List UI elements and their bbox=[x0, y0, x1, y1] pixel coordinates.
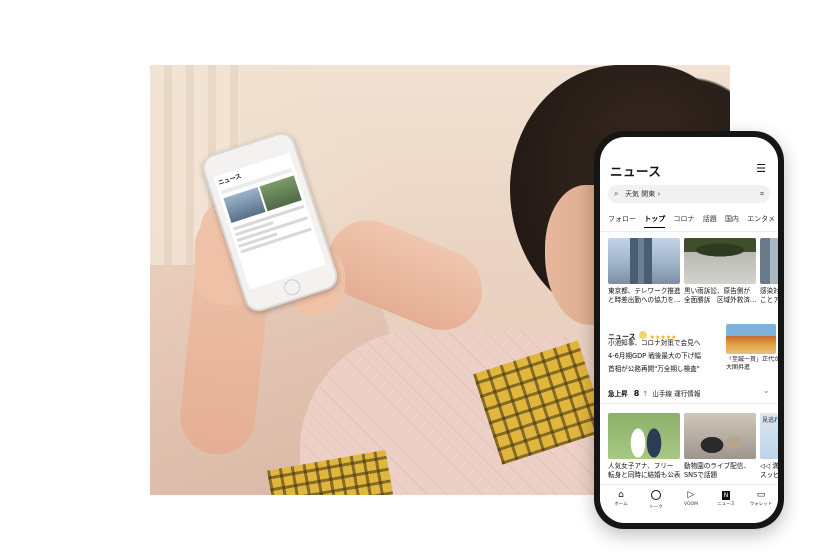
search-input[interactable]: 天気 関東 › bbox=[625, 185, 660, 203]
news-card[interactable]: 動物園のライブ配信、 SNSで話題 bbox=[684, 413, 756, 480]
news-headline-line2: 転身と同時に結婚も公表 bbox=[608, 471, 680, 479]
tab-topics[interactable]: 話題 bbox=[703, 214, 717, 224]
home-icon: ⌂ bbox=[618, 490, 624, 500]
tab-follow[interactable]: フォロー bbox=[608, 214, 636, 224]
trending-bar[interactable]: 急上昇 8 ↑ 山手線 運行情報 ⌄ bbox=[608, 386, 770, 400]
news-card[interactable]: 感染対 ことア bbox=[760, 238, 778, 305]
tab-corona[interactable]: コロナ bbox=[673, 214, 694, 224]
list-item[interactable]: 小池知事、コロナ対策で会見へ bbox=[608, 337, 726, 350]
thumbnail-overlay-text: 見逃れ bbox=[762, 417, 778, 424]
phone-mockup: ニュース ☰ ⌕ 天気 関東 › ⌗ フォロー トップ コロナ 話題 国内 エン… bbox=[594, 131, 784, 529]
divider bbox=[600, 403, 778, 404]
page-title: ニュース bbox=[610, 164, 662, 179]
tab-entertainment[interactable]: エンタメ bbox=[747, 214, 775, 224]
news-card[interactable]: 人気女子アナ、フリー 転身と同時に結婚も公表 bbox=[608, 413, 680, 480]
side-story-caption-line1: 「至誠一貫」正代が bbox=[726, 356, 778, 363]
news-icon: N bbox=[722, 491, 730, 500]
news-headline-line1: 黒い雨訴訟、原告側が bbox=[684, 287, 750, 295]
tab-domestic[interactable]: 国内 bbox=[725, 214, 739, 224]
trend-up-icon: ↑ bbox=[642, 390, 649, 398]
app-header: ニュース ☰ bbox=[610, 161, 768, 179]
tab-news[interactable]: N ニュース bbox=[709, 490, 743, 508]
news-thumbnail bbox=[608, 413, 680, 459]
search-bar[interactable]: ⌕ 天気 関東 › ⌗ bbox=[608, 185, 770, 203]
trending-label: 急上昇 bbox=[608, 390, 628, 398]
news-headline-line2: 全面勝訴 区域外救済… bbox=[684, 296, 756, 304]
news-card[interactable]: 黒い雨訴訟、原告側が 全面勝訴 区域外救済… bbox=[684, 238, 756, 305]
news-headline-line1: 感染対 bbox=[760, 287, 778, 295]
category-tabs: フォロー トップ コロナ 話題 国内 エンタメ スポ bbox=[608, 214, 778, 228]
qr-scan-icon[interactable]: ⌗ bbox=[760, 185, 764, 203]
side-story[interactable]: 「至誠一貫」正代が 大関昇進 bbox=[726, 324, 778, 372]
featured-carousel: 人気女子アナ、フリー 転身と同時に結婚も公表 動物園のライブ配信、 SNSで話題… bbox=[608, 413, 778, 483]
top-news-carousel: 東京都、テレワーク推進 と時差出勤への協力を… 黒い雨訴訟、原告側が 全面勝訴 … bbox=[608, 238, 778, 312]
news-headline-line1: 動物園のライブ配信、 bbox=[684, 462, 750, 470]
news-headline-line1: 人気女子アナ、フリー bbox=[608, 462, 674, 470]
talk-icon bbox=[639, 490, 673, 504]
news-thumbnail bbox=[684, 413, 756, 459]
divider bbox=[600, 231, 778, 232]
side-story-caption-line2: 大関昇進 bbox=[726, 364, 751, 371]
tab-talk[interactable]: トーク bbox=[639, 490, 673, 511]
headline-list: 小池知事、コロナ対策で会見へ 4-6月期GDP 戦後最大の下げ幅 首相が公務再開… bbox=[608, 337, 726, 376]
news-headline-line1: 東京都、テレワーク推進 bbox=[608, 287, 680, 295]
wallet-icon: ▭ bbox=[756, 490, 766, 500]
tab-top[interactable]: トップ bbox=[644, 214, 666, 228]
bottom-tab-bar: ⌂ ホーム トーク ▷ VOOM N ニュース ▭ ウォレット bbox=[600, 484, 778, 523]
news-digest: ニュース ★★★★★ 小池知事、コロナ対策で会見へ 4-6月期GDP 戦後最大の下… bbox=[608, 324, 778, 376]
tab-home[interactable]: ⌂ ホーム bbox=[604, 490, 638, 508]
news-headline-line1: ◁◁ 満 bbox=[760, 462, 778, 470]
tab-voom[interactable]: ▷ VOOM bbox=[674, 490, 708, 508]
side-story-thumbnail bbox=[726, 324, 776, 354]
news-thumbnail bbox=[684, 238, 756, 284]
news-headline-line2: スッピン bbox=[760, 471, 778, 479]
news-headline-line2: SNSで話題 bbox=[684, 471, 718, 479]
chevron-down-icon[interactable]: ⌄ bbox=[762, 386, 770, 396]
trending-topic: 山手線 運行情報 bbox=[652, 390, 701, 398]
news-card[interactable]: 見逃れ ◁◁ 満 スッピン bbox=[760, 413, 778, 480]
home-button bbox=[282, 277, 303, 298]
hamburger-menu-icon[interactable]: ☰ bbox=[756, 163, 766, 174]
news-thumbnail bbox=[760, 238, 778, 284]
list-item[interactable]: 首相が公務再開"万全期し検査" bbox=[608, 363, 726, 376]
trending-rank: 8 bbox=[633, 389, 640, 398]
news-card[interactable]: 東京都、テレワーク推進 と時差出勤への協力を… bbox=[608, 238, 680, 305]
news-thumbnail bbox=[608, 238, 680, 284]
phone-screen: ニュース ☰ ⌕ 天気 関東 › ⌗ フォロー トップ コロナ 話題 国内 エン… bbox=[600, 137, 778, 523]
news-headline-line2: ことア bbox=[760, 296, 778, 304]
search-icon: ⌕ bbox=[614, 189, 619, 198]
news-headline-line2: と時差出勤への協力を… bbox=[608, 296, 680, 304]
tab-wallet[interactable]: ▭ ウォレット bbox=[744, 490, 778, 508]
voom-icon: ▷ bbox=[687, 490, 695, 500]
news-thumbnail: 見逃れ bbox=[760, 413, 778, 459]
list-item[interactable]: 4-6月期GDP 戦後最大の下げ幅 bbox=[608, 350, 726, 363]
